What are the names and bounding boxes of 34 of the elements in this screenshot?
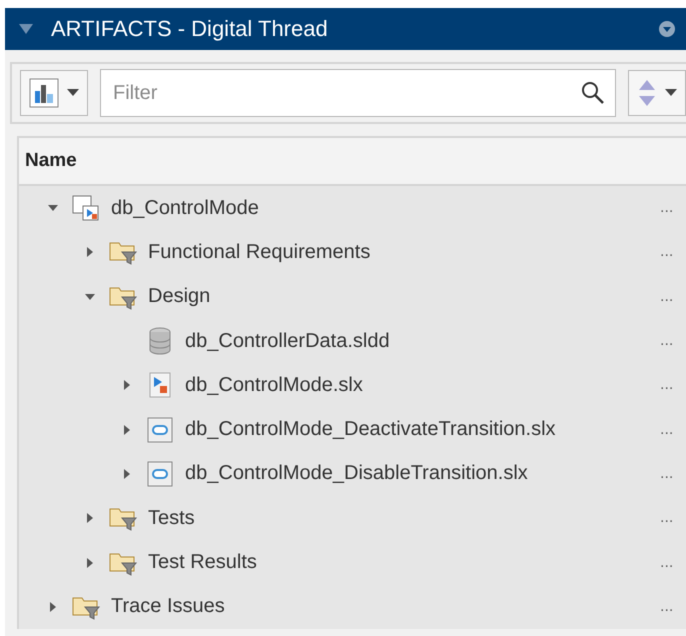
more-ellipsis[interactable]: ... [660, 243, 686, 262]
subsystem-file-icon [145, 414, 175, 445]
more-ellipsis[interactable]: ... [660, 376, 686, 394]
tree-item[interactable]: db_ControlMode.slx [185, 374, 660, 397]
search-box[interactable]: Filter [100, 69, 616, 117]
more-ellipsis[interactable]: ... [660, 464, 686, 483]
tree-item[interactable]: db_ControlMode [111, 196, 660, 220]
column-title: Name [25, 150, 77, 172]
sort-arrows-icon [637, 78, 657, 108]
more-ellipsis[interactable]: ... [660, 554, 686, 572]
subsystem-file-icon [145, 458, 175, 489]
more-ellipsis[interactable]: ... [660, 420, 686, 439]
more-ellipsis[interactable]: ... [660, 332, 686, 350]
panel-menu-icon[interactable] [658, 20, 676, 38]
view-dropdown-button[interactable] [20, 70, 88, 116]
tree-item[interactable]: Functional Requirements [148, 240, 660, 264]
search-icon[interactable] [581, 81, 605, 105]
tree-item[interactable]: Tests [148, 506, 660, 530]
tree-item[interactable]: db_ControlMode_DisableTransition.slx [185, 462, 660, 486]
more-ellipsis[interactable]: ... [660, 288, 686, 306]
caret-icon [67, 89, 79, 97]
panel-title: ARTIFACTS - Digital Thread [51, 16, 329, 42]
collapse-arrow-icon[interactable] [19, 24, 33, 34]
tree-item[interactable]: Trace Issues [111, 595, 660, 618]
caret-icon [665, 89, 677, 97]
tree-item[interactable]: db_ControlMode_DeactivateTransition.slx [185, 418, 660, 442]
project-icon [71, 193, 101, 224]
more-ellipsis[interactable]: ... [660, 598, 686, 616]
tree-item[interactable]: db_ControllerData.sldd [185, 330, 660, 353]
more-ellipsis[interactable]: ... [660, 199, 686, 218]
tree-item[interactable]: Test Results [148, 551, 660, 574]
more-ellipsis[interactable]: ... [660, 509, 686, 528]
bar-chart-icon [29, 78, 59, 108]
tree-item[interactable]: Design [148, 285, 660, 308]
